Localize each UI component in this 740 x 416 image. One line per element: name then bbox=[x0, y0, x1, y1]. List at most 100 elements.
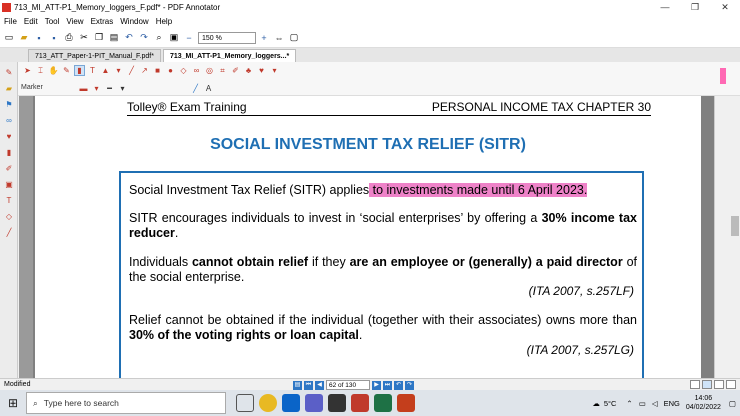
color-icon[interactable]: ▬ bbox=[78, 83, 89, 94]
teams-icon[interactable] bbox=[305, 394, 323, 412]
ellipse-icon[interactable]: ● bbox=[165, 65, 176, 76]
tab-memory-loggers[interactable]: 713_MI_ATT-P1_Memory_loggers...* bbox=[162, 49, 297, 62]
cut-icon[interactable]: ✂ bbox=[78, 32, 90, 44]
gallery-icon[interactable]: ▣ bbox=[3, 180, 15, 190]
favorites-icon[interactable]: ♥ bbox=[256, 65, 267, 76]
close-button[interactable]: ✕ bbox=[710, 0, 740, 14]
highlight-annotation[interactable]: to investments made until 6 April 2023. bbox=[369, 183, 588, 197]
new-document-icon[interactable]: ▭ bbox=[3, 32, 15, 44]
hand-icon[interactable]: ✋ bbox=[48, 65, 59, 76]
two-page-view-icon[interactable] bbox=[714, 380, 724, 389]
forward-icon[interactable]: ↷ bbox=[405, 380, 414, 390]
zoom-out-icon[interactable]: − bbox=[183, 32, 195, 44]
zoom-in-icon[interactable]: + bbox=[258, 32, 270, 44]
stamp-tool-icon[interactable]: ♣ bbox=[243, 65, 254, 76]
page-number-field[interactable]: 62 of 130 bbox=[326, 380, 370, 390]
language-indicator[interactable]: ENG bbox=[664, 399, 680, 408]
maximize-button[interactable]: ❐ bbox=[680, 0, 710, 14]
lasso-icon[interactable]: ◎ bbox=[204, 65, 215, 76]
first-page-icon[interactable]: ⏮ bbox=[304, 380, 313, 390]
network-icon[interactable]: ▭ bbox=[639, 399, 646, 408]
menu-tool[interactable]: Tool bbox=[45, 17, 60, 26]
tab-pit-manual[interactable]: 713_ATT_Paper-1-PIT_Manual_F.pdf* bbox=[28, 49, 161, 62]
taskbar-search[interactable]: ⌕ Type here to search bbox=[26, 392, 226, 414]
pdf-annotator-taskbar-icon[interactable] bbox=[351, 394, 369, 412]
zoom-field[interactable]: 150 % bbox=[198, 31, 256, 44]
menu-window[interactable]: Window bbox=[120, 17, 148, 26]
fullscreen-icon[interactable]: ▢ bbox=[288, 32, 300, 44]
next-page-icon[interactable]: ▶ bbox=[372, 380, 381, 390]
link-panel-icon[interactable]: ∞ bbox=[3, 116, 15, 126]
chrome-icon[interactable] bbox=[259, 394, 277, 412]
line-tool-icon[interactable]: ╱ bbox=[3, 228, 15, 238]
paste-icon[interactable]: ▤ bbox=[108, 32, 120, 44]
width-dropdown-icon[interactable]: ▾ bbox=[117, 83, 128, 94]
grid-view-icon[interactable] bbox=[726, 380, 736, 389]
highlight-pen-icon[interactable]: ✐ bbox=[230, 65, 241, 76]
crop-icon[interactable]: ⌗ bbox=[217, 65, 228, 76]
redo-icon[interactable]: ↷ bbox=[138, 32, 150, 44]
line-width-icon[interactable]: ━ bbox=[104, 83, 115, 94]
open-folder-icon[interactable]: ▰ bbox=[18, 32, 30, 44]
scroll-thumb[interactable] bbox=[731, 216, 739, 236]
notification-icon[interactable]: ▢ bbox=[729, 399, 736, 408]
save-icon[interactable]: ▪ bbox=[33, 32, 45, 44]
prev-page-icon[interactable]: ◀ bbox=[315, 380, 324, 390]
print-icon[interactable]: ⎙ bbox=[63, 32, 75, 44]
fit-width-icon[interactable]: ⇔ bbox=[273, 32, 285, 44]
menu-file[interactable]: File bbox=[4, 17, 17, 26]
back-icon[interactable]: ↶ bbox=[394, 380, 403, 390]
windows-start-icon[interactable]: ⊞ bbox=[0, 390, 26, 416]
find-icon[interactable]: ⌕ bbox=[153, 32, 165, 44]
last-page-icon[interactable]: ⏭ bbox=[383, 380, 392, 390]
tray-expand-icon[interactable]: ⌃ bbox=[626, 399, 632, 408]
marker-icon[interactable]: ▮ bbox=[74, 65, 85, 76]
scroll-view-icon[interactable]: ▤ bbox=[293, 380, 302, 390]
dropdown-icon[interactable]: ▾ bbox=[113, 65, 124, 76]
heart-icon[interactable]: ♥ bbox=[3, 132, 15, 142]
link-icon[interactable]: ∞ bbox=[191, 65, 202, 76]
document-viewport[interactable]: Tolley® Exam Training PERSONAL INCOME TA… bbox=[19, 96, 714, 378]
menu-extras[interactable]: Extras bbox=[91, 17, 114, 26]
task-view-icon[interactable] bbox=[236, 394, 254, 412]
single-page-view-icon[interactable] bbox=[690, 380, 700, 389]
page-thumbnail-strip[interactable] bbox=[19, 96, 33, 378]
weather-icon[interactable]: ☁ bbox=[592, 399, 600, 408]
straight-line-option-icon[interactable]: ╱ bbox=[190, 83, 201, 94]
save-all-icon[interactable]: ▪ bbox=[48, 32, 60, 44]
menu-help[interactable]: Help bbox=[156, 17, 172, 26]
line-icon[interactable]: ╱ bbox=[126, 65, 137, 76]
fit-page-icon[interactable]: ▣ bbox=[168, 32, 180, 44]
select-arrow-icon[interactable]: ➤ bbox=[22, 65, 33, 76]
menu-view[interactable]: View bbox=[66, 17, 83, 26]
select-text-icon[interactable]: ⌶ bbox=[35, 65, 46, 76]
arrow-icon[interactable]: ↗ bbox=[139, 65, 150, 76]
powerpoint-icon[interactable] bbox=[397, 394, 415, 412]
pen-tool-icon[interactable]: ✎ bbox=[3, 68, 15, 78]
clock[interactable]: 14:06 04/02/2022 bbox=[686, 394, 721, 412]
edit-icon[interactable]: ✐ bbox=[3, 164, 15, 174]
minimize-button[interactable]: — bbox=[650, 0, 680, 14]
temperature[interactable]: 5°C bbox=[604, 399, 617, 408]
color-dropdown-icon[interactable]: ▾ bbox=[91, 83, 102, 94]
excel-icon[interactable] bbox=[374, 394, 392, 412]
stamp-icon[interactable]: ▲ bbox=[100, 65, 111, 76]
favorites-dropdown-icon[interactable]: ▾ bbox=[269, 65, 280, 76]
menu-edit[interactable]: Edit bbox=[24, 17, 38, 26]
settings-icon[interactable] bbox=[328, 394, 346, 412]
eraser-tool-icon[interactable]: ◇ bbox=[3, 212, 15, 222]
bookmark-icon[interactable]: ⚑ bbox=[3, 100, 15, 110]
pen-icon[interactable]: ✎ bbox=[61, 65, 72, 76]
pdf-page[interactable]: Tolley® Exam Training PERSONAL INCOME TA… bbox=[35, 96, 701, 378]
volume-icon[interactable]: ◁ bbox=[652, 399, 658, 408]
text-snap-option-icon[interactable]: A bbox=[203, 83, 214, 94]
vertical-scrollbar[interactable] bbox=[714, 96, 740, 378]
eraser-icon[interactable]: ◇ bbox=[178, 65, 189, 76]
rectangle-icon[interactable]: ■ bbox=[152, 65, 163, 76]
outlook-icon[interactable] bbox=[282, 394, 300, 412]
folder-icon[interactable]: ▰ bbox=[3, 84, 15, 94]
continuous-view-icon[interactable] bbox=[702, 380, 712, 389]
textbox-icon[interactable]: T bbox=[3, 196, 15, 206]
marker-tool-icon[interactable]: ▮ bbox=[3, 148, 15, 158]
text-box-icon[interactable]: T bbox=[87, 65, 98, 76]
